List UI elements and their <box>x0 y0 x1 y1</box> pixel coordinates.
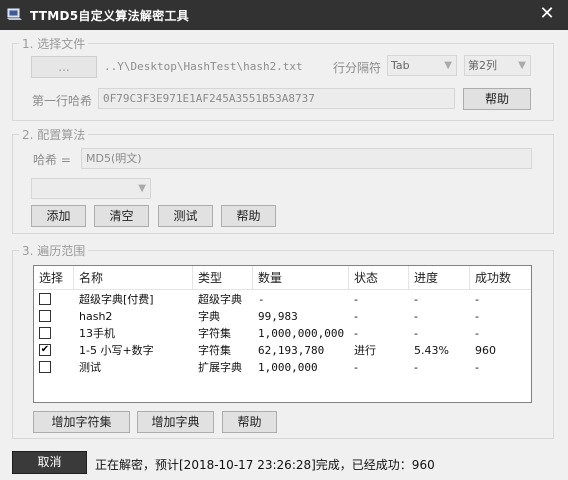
row-count: 1,000,000 <box>258 361 318 374</box>
column-header-select[interactable]: 选择 <box>34 266 74 290</box>
row-count: 62,193,780 <box>258 344 325 357</box>
range-help-button[interactable]: 帮助 <box>222 411 277 433</box>
algorithm-select[interactable]: ▼ <box>31 178 151 199</box>
status-text: 正在解密，预计[2018-10-17 23:26:28]完成，已经成功：960 <box>95 458 435 472</box>
row-progress: - <box>414 310 418 323</box>
column-header-success[interactable]: 成功数 <box>470 266 531 290</box>
window-title: TTMD5自定义算法解密工具 <box>30 9 190 23</box>
row-name: 测试 <box>79 361 101 374</box>
add-button[interactable]: 添加 <box>31 205 86 227</box>
row-success: - <box>475 293 479 306</box>
row-name: 13手机 <box>79 327 115 340</box>
column-value: 第2列 <box>468 59 497 72</box>
chevron-down-icon: ▼ <box>138 183 146 194</box>
row-checkbox[interactable] <box>39 361 51 373</box>
row-checkbox[interactable]: ✔ <box>39 344 51 356</box>
hash-label: 哈希 = <box>33 153 71 167</box>
close-icon[interactable]: ✕ <box>535 3 559 25</box>
row-state: - <box>354 310 358 323</box>
row-success: - <box>475 361 479 374</box>
table-row[interactable]: 测试 扩展字典 1,000,000 - - - <box>34 359 531 376</box>
column-header-type[interactable]: 类型 <box>193 266 253 290</box>
row-type: 超级字典 <box>198 293 242 306</box>
row-type: 字符集 <box>198 344 231 357</box>
first-hash-label: 第一行哈希 <box>32 94 93 108</box>
row-success: - <box>475 327 479 340</box>
row-name: hash2 <box>79 310 113 323</box>
file-group-legend: 1. 选择文件 <box>19 35 89 52</box>
test-button[interactable]: 测试 <box>158 205 213 227</box>
table-row[interactable]: ✔ 1-5 小写+数字 字符集 62,193,780 进行 5.43% 960 <box>34 342 531 359</box>
column-header-state[interactable]: 状态 <box>349 266 409 290</box>
row-checkbox[interactable] <box>39 293 51 305</box>
row-checkbox[interactable] <box>39 327 51 339</box>
column-header-count[interactable]: 数量 <box>253 266 349 290</box>
add-charset-button[interactable]: 增加字符集 <box>33 411 130 433</box>
algorithm-group-legend: 2. 配置算法 <box>19 126 89 143</box>
separator-select[interactable]: Tab ▼ <box>387 55 457 76</box>
add-dictionary-button[interactable]: 增加字典 <box>137 411 214 433</box>
row-progress: - <box>414 327 418 340</box>
separator-value: Tab <box>391 59 410 72</box>
row-progress: 5.43% <box>414 344 449 357</box>
row-state: - <box>354 361 358 374</box>
first-hash-field[interactable]: 0F79C3F3E971E1AF245A3551B53A8737 <box>98 88 455 109</box>
clear-button[interactable]: 清空 <box>94 205 149 227</box>
browse-button[interactable]: ... <box>31 56 97 78</box>
column-header-name[interactable]: 名称 <box>74 266 193 290</box>
hash-expression-field[interactable]: MD5(明文) <box>81 148 532 169</box>
chevron-down-icon: ▼ <box>518 60 526 71</box>
row-state: 进行 <box>354 344 376 357</box>
row-checkbox[interactable] <box>39 310 51 322</box>
row-progress: - <box>414 293 418 306</box>
row-type: 字典 <box>198 310 220 323</box>
row-progress: - <box>414 361 418 374</box>
row-type: 扩展字典 <box>198 361 242 374</box>
row-name: 1-5 小写+数字 <box>79 344 154 357</box>
row-name: 超级字典[付费] <box>79 293 154 306</box>
row-count: 1,000,000,000 <box>258 327 345 340</box>
row-success: - <box>475 310 479 323</box>
file-help-button[interactable]: 帮助 <box>463 88 531 110</box>
cancel-button[interactable]: 取消 <box>12 451 87 474</box>
row-count: - <box>258 293 265 306</box>
table-row[interactable]: 13手机 字符集 1,000,000,000 - - - <box>34 325 531 342</box>
row-state: - <box>354 293 358 306</box>
column-header-progress[interactable]: 进度 <box>409 266 470 290</box>
table-row[interactable]: hash2 字典 99,983 - - - <box>34 308 531 325</box>
row-count: 99,983 <box>258 310 298 323</box>
row-state: - <box>354 327 358 340</box>
list-header: 选择 名称 类型 数量 状态 进度 成功数 <box>34 266 531 290</box>
algorithm-help-button[interactable]: 帮助 <box>221 205 276 227</box>
row-type: 字符集 <box>198 327 231 340</box>
title-bar: TTMD5自定义算法解密工具 ✕ <box>0 0 568 30</box>
column-select[interactable]: 第2列 ▼ <box>464 55 531 76</box>
separator-label: 行分隔符 <box>333 61 382 75</box>
range-list[interactable]: 选择 名称 类型 数量 状态 进度 成功数 超级字典[付费] 超级字典 - - … <box>33 265 532 403</box>
chevron-down-icon: ▼ <box>444 60 452 71</box>
row-success: 960 <box>475 344 496 357</box>
table-row[interactable]: 超级字典[付费] 超级字典 - - - - <box>34 291 531 308</box>
app-icon <box>7 8 22 20</box>
file-path: ..Y\Desktop\HashTest\hash2.txt <box>104 60 303 73</box>
range-group-legend: 3. 遍历范围 <box>19 242 89 259</box>
